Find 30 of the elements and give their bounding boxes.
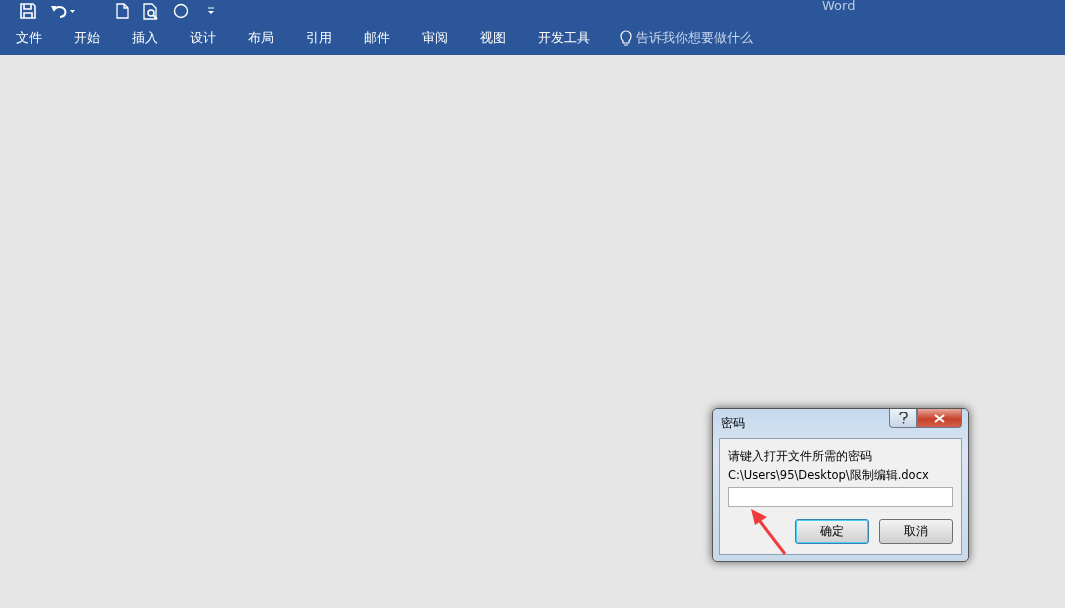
menu-tab[interactable]: 插入 [122, 30, 168, 47]
menu-tab[interactable]: 邮件 [354, 30, 400, 47]
arrow-annotation [749, 508, 789, 556]
save-icon[interactable] [20, 3, 36, 19]
customize-dropdown-icon[interactable] [207, 7, 215, 15]
menu-tab[interactable]: 审阅 [412, 30, 458, 47]
prompt-text: 请键入打开文件所需的密码 [728, 448, 873, 465]
help-button[interactable] [889, 409, 917, 428]
circle-icon[interactable] [173, 3, 189, 19]
menu-tab[interactable]: 布局 [238, 30, 284, 47]
file-path-text: C:\Users\95\Desktop\限制编辑.docx [728, 467, 930, 484]
help-icon [898, 412, 908, 424]
dialog-button[interactable]: 确定 [795, 519, 869, 544]
close-button[interactable] [917, 409, 962, 428]
password-field[interactable] [728, 487, 953, 507]
print-preview-icon[interactable] [143, 2, 159, 20]
menu-tab[interactable]: 引用 [296, 30, 342, 47]
tell-me-field[interactable]: 告诉我你想要做什么 [636, 30, 753, 47]
menu-tab[interactable]: 开发工具 [528, 30, 600, 47]
window-title: Word [822, 0, 856, 13]
new-document-icon[interactable] [116, 3, 129, 19]
close-icon [934, 413, 945, 423]
menu-tab[interactable]: 文件 [6, 30, 52, 47]
menu-tab[interactable]: 开始 [64, 30, 110, 47]
undo-icon[interactable] [50, 3, 76, 19]
dialog-title: 密码 [721, 415, 745, 432]
menu-tab[interactable]: 设计 [180, 30, 226, 47]
dialog-button[interactable]: 取消 [879, 519, 953, 544]
lightbulb-icon [620, 30, 632, 47]
menu-tab[interactable]: 视图 [470, 30, 516, 47]
